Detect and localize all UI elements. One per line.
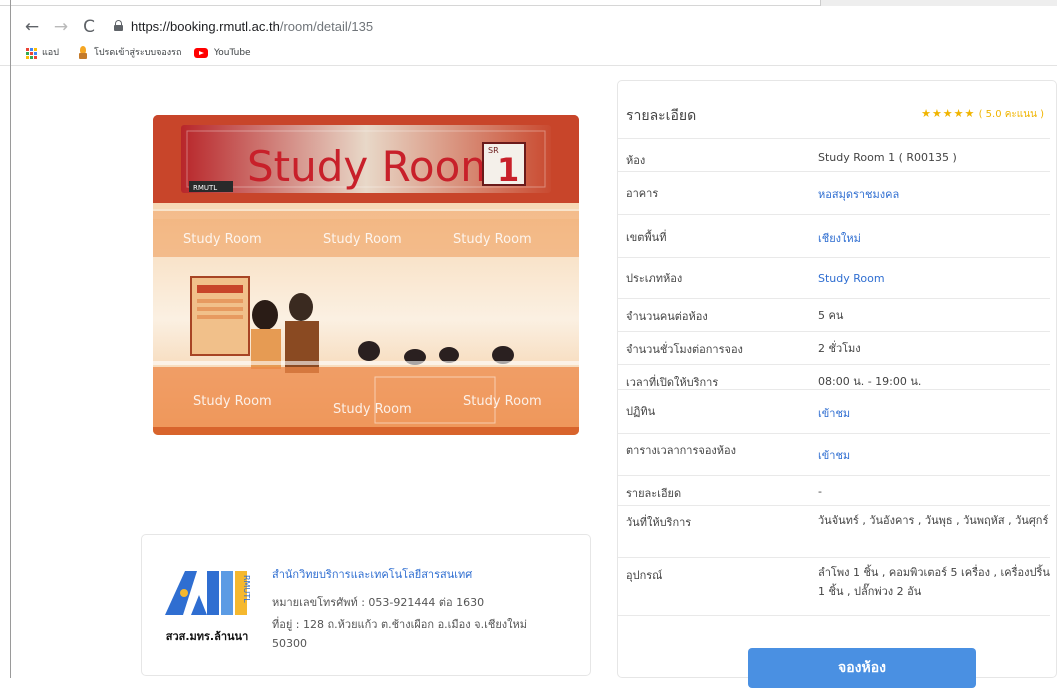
detail-row-capacity: จำนวนคนต่อห้อง 5 คน xyxy=(618,298,1050,332)
logo-text: สวส.มทร.ล้านนา xyxy=(165,630,249,643)
youtube-icon xyxy=(194,48,208,58)
window-decal-1: Study Room xyxy=(183,232,262,247)
detail-label: จำนวนคนต่อห้อง xyxy=(626,310,708,323)
org-name-link[interactable]: สำนักวิทยบริการและเทคโนโลยีสารสนเทศ xyxy=(272,565,472,583)
detail-value: ลำโพง 1 ชิ้น , คอมพิวเตอร์ 5 เครื่อง , เ… xyxy=(818,566,1050,598)
detail-row-schedule: ตารางเวลาการจองห้อง เข้าชม xyxy=(618,433,1050,477)
address-line-1: ที่อยู่ : 128 ถ.ห้วยแก้ว ต.ช้างเผือก อ.เ… xyxy=(272,618,528,631)
arit-logo: RMUTL สวส.มทร.ล้านนา xyxy=(161,563,253,645)
schedule-view-link[interactable]: เข้าชม xyxy=(818,446,1050,465)
sign-text: Study Room xyxy=(247,142,501,191)
detail-label: ตารางเวลาการจองห้อง xyxy=(626,444,737,457)
browser-chrome: ← → C https://booking.rmutl.ac.th/room/d… xyxy=(0,0,1057,66)
window-decal-5: Study Room xyxy=(333,402,412,417)
detail-row-description: รายละเอียด - xyxy=(618,475,1050,507)
bookmark-favicon-icon xyxy=(78,46,88,60)
detail-row-hours: จำนวนชั่วโมงต่อการจอง 2 ชั่วโมง xyxy=(618,331,1050,365)
detail-value: 2 ชั่วโมง xyxy=(818,342,861,355)
building-link[interactable]: หอสมุดราชมงคล xyxy=(818,185,1050,204)
reload-icon[interactable]: C xyxy=(79,17,99,37)
window-decal-2: Study Room xyxy=(323,232,402,247)
apps-grid-icon[interactable] xyxy=(26,48,37,59)
url-path: /room/detail/135 xyxy=(279,19,374,34)
detail-row-service-days: วันที่ให้บริการ วันจันทร์ , วันอังคาร , … xyxy=(618,505,1050,559)
detail-value: วันจันทร์ , วันอังคาร , วันพุธ , วันพฤหั… xyxy=(818,514,1049,527)
details-title: รายละเอียด xyxy=(626,108,697,124)
logo-side-text: RMUTL xyxy=(242,575,251,603)
address-line-2: 50300 xyxy=(272,637,307,650)
detail-row-calendar: ปฏิทิน เข้าชม xyxy=(618,389,1050,435)
detail-value: - xyxy=(818,485,822,498)
forward-arrow-icon[interactable]: → xyxy=(51,17,71,37)
room-details-panel: รายละเอียด ★★★★★ ( 5.0 คะแนน ) ห้อง Stud… xyxy=(617,80,1057,688)
window-edge xyxy=(10,0,11,678)
detail-label: รายละเอียด xyxy=(626,487,682,500)
detail-label: อาคาร xyxy=(626,187,659,200)
detail-value: 5 คน xyxy=(818,309,844,322)
tab-strip xyxy=(0,0,1057,6)
detail-row-building: อาคาร หอสมุดราชมงคล xyxy=(618,171,1050,211)
detail-label: เขตพื้นที่ xyxy=(626,231,667,244)
sign-brand: RMUTL xyxy=(193,184,217,192)
detail-label: ปฏิทิน xyxy=(626,405,656,418)
address-bar[interactable]: https://booking.rmutl.ac.th/room/detail/… xyxy=(131,18,373,36)
active-tab[interactable] xyxy=(820,0,1057,6)
detail-label: อุปกรณ์ xyxy=(626,569,663,582)
detail-row-room-type: ประเภทห้อง Study Room xyxy=(618,257,1050,297)
bookmark-car-booking[interactable]: โปรดเข้าสู่ระบบจองรถ xyxy=(94,45,181,61)
detail-divider xyxy=(618,615,1050,616)
rating-score: ( 5.0 คะแนน ) xyxy=(978,109,1044,120)
bookmark-apps[interactable]: แอป xyxy=(42,45,59,61)
contact-card: RMUTL สวส.มทร.ล้านนา สำนักวิทยบริการและเ… xyxy=(141,534,591,676)
window-decal-4: Study Room xyxy=(193,394,272,409)
lock-icon[interactable] xyxy=(114,20,123,31)
phone-number: หมายเลขโทรศัพท์ : 053-921444 ต่อ 1630 xyxy=(272,596,485,609)
book-room-button[interactable]: จองห้อง xyxy=(748,648,976,688)
detail-value: Study Room 1 ( R00135 ) xyxy=(818,151,957,164)
url-host: https://booking.rmutl.ac.th xyxy=(131,19,280,34)
detail-row-area: เขตพื้นที่ เชียงใหม่ xyxy=(618,214,1050,254)
sign-badge-number: 1 xyxy=(497,151,519,189)
detail-label: จำนวนชั่วโมงต่อการจอง xyxy=(626,343,743,356)
area-link[interactable]: เชียงใหม่ xyxy=(818,229,1050,248)
rating: ★★★★★ ( 5.0 คะแนน ) xyxy=(921,107,1044,122)
detail-label: วันที่ให้บริการ xyxy=(626,516,692,529)
window-decal-6: Study Room xyxy=(463,394,542,409)
calendar-view-link[interactable]: เข้าชม xyxy=(818,404,1050,423)
detail-label: ห้อง xyxy=(626,154,646,167)
detail-label: ประเภทห้อง xyxy=(626,272,683,285)
star-rating-icon: ★★★★★ xyxy=(921,107,976,120)
room-type-link[interactable]: Study Room xyxy=(818,269,1050,288)
detail-row-equipment: อุปกรณ์ ลำโพง 1 ชิ้น , คอมพิวเตอร์ 5 เคร… xyxy=(618,557,1050,615)
room-photo: Study Room SR 1 RMUTL Study Room Study R… xyxy=(153,115,579,435)
bookmark-youtube[interactable]: YouTube xyxy=(214,45,251,61)
window-decal-3: Study Room xyxy=(453,232,532,247)
back-arrow-icon[interactable]: ← xyxy=(22,17,42,37)
